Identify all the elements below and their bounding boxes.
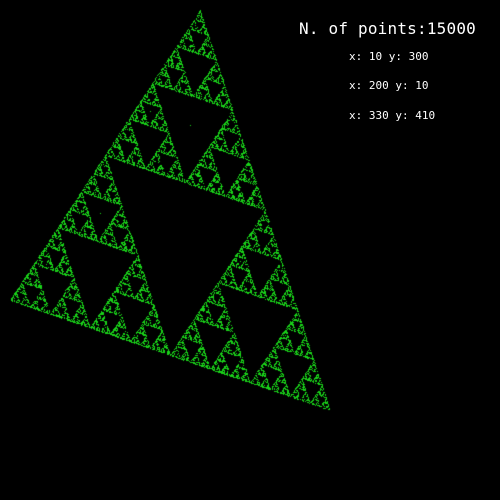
sierpinski-triangle-canvas [0,0,500,500]
points-count-label: N. of points:15000 [299,19,476,38]
fractal-window: N. of points:15000 x: 10 y: 300 x: 200 y… [0,0,500,500]
vertex-1-coordinates: x: 10 y: 300 [349,50,429,63]
vertex-3-coordinates: x: 330 y: 410 [349,109,436,122]
vertex-2-coordinates: x: 200 y: 10 [349,79,429,92]
